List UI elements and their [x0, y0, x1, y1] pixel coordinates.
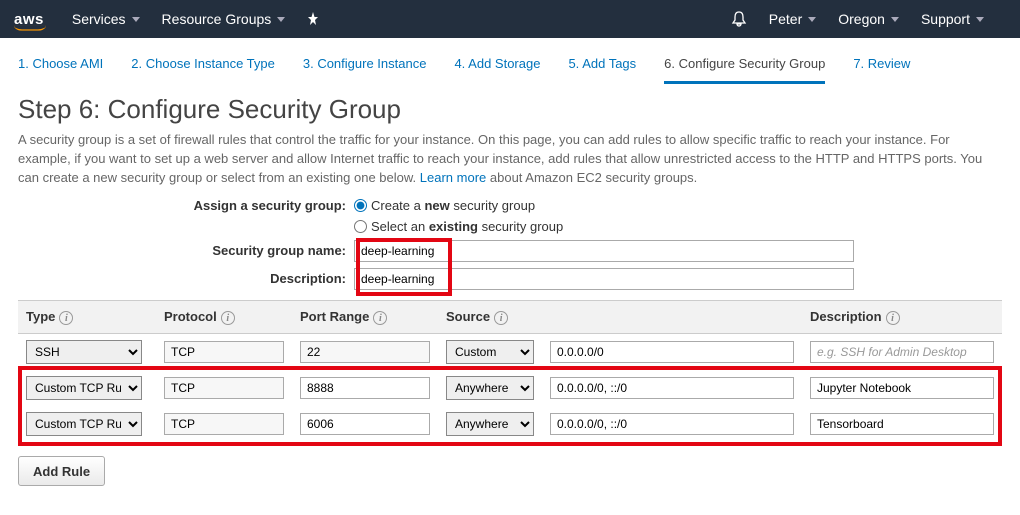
protocol-field	[164, 341, 284, 363]
nav-support[interactable]: Support	[921, 11, 984, 27]
col-protocol: Protocoli	[156, 300, 292, 334]
nav-resource-groups[interactable]: Resource Groups	[162, 11, 286, 27]
protocol-field	[164, 413, 284, 435]
port-field[interactable]	[300, 413, 430, 435]
protocol-field	[164, 377, 284, 399]
type-select[interactable]: Custom TCP Rule	[26, 412, 142, 436]
bell-icon[interactable]	[731, 11, 747, 27]
info-icon[interactable]: i	[886, 311, 900, 325]
radio-create-new-input[interactable]	[354, 199, 367, 212]
wizard-step-1[interactable]: 1. Choose AMI	[18, 52, 103, 84]
source-value-field[interactable]	[550, 377, 794, 399]
info-icon[interactable]: i	[494, 311, 508, 325]
info-icon[interactable]: i	[59, 311, 73, 325]
source-value-field[interactable]	[550, 413, 794, 435]
aws-logo[interactable]: aws	[14, 11, 44, 28]
source-select[interactable]: Anywhere	[446, 376, 534, 400]
sg-desc-label: Description:	[18, 271, 354, 286]
type-select[interactable]: SSH	[26, 340, 142, 364]
wizard-step-7[interactable]: 7. Review	[853, 52, 910, 84]
sg-name-label: Security group name:	[18, 243, 354, 258]
radio-select-existing-text: Select an existing security group	[371, 219, 563, 234]
learn-more-link[interactable]: Learn more	[420, 170, 486, 185]
chevron-down-icon	[132, 17, 140, 22]
type-select[interactable]: Custom TCP Rule	[26, 376, 142, 400]
port-field	[300, 341, 430, 363]
rules-table: Typei Protocoli Port Rangei Sourcei Desc…	[18, 300, 1002, 443]
radio-select-existing-input[interactable]	[354, 220, 367, 233]
wizard-steps: 1. Choose AMI 2. Choose Instance Type 3.…	[18, 52, 1002, 84]
table-row: Custom TCP Rule Anywhere	[18, 370, 1002, 406]
sg-name-input[interactable]	[354, 240, 854, 262]
col-type: Typei	[18, 300, 156, 334]
rule-desc-field[interactable]	[810, 377, 994, 399]
chevron-down-icon	[808, 17, 816, 22]
nav-region[interactable]: Oregon	[838, 11, 899, 27]
col-desc: Descriptioni	[802, 300, 1002, 334]
wizard-step-6[interactable]: 6. Configure Security Group	[664, 52, 825, 84]
page-description: A security group is a set of firewall ru…	[18, 131, 1002, 188]
port-field[interactable]	[300, 377, 430, 399]
wizard-step-3[interactable]: 3. Configure Instance	[303, 52, 427, 84]
table-row: Custom TCP Rule Anywhere	[18, 406, 1002, 442]
source-select[interactable]: Anywhere	[446, 412, 534, 436]
col-source: Sourcei	[438, 300, 802, 334]
info-icon[interactable]: i	[221, 311, 235, 325]
pin-icon[interactable]	[307, 12, 319, 26]
radio-select-existing[interactable]: Select an existing security group	[354, 219, 563, 234]
col-port: Port Rangei	[292, 300, 438, 334]
rule-desc-field[interactable]	[810, 341, 994, 363]
nav-region-label: Oregon	[838, 11, 885, 27]
table-row: SSH Custom	[18, 334, 1002, 371]
wizard-step-5[interactable]: 5. Add Tags	[568, 52, 636, 84]
chevron-down-icon	[976, 17, 984, 22]
chevron-down-icon	[277, 17, 285, 22]
radio-create-new-text: Create a new security group	[371, 198, 535, 213]
radio-create-new[interactable]: Create a new security group	[354, 198, 535, 213]
info-icon[interactable]: i	[373, 311, 387, 325]
nav-user[interactable]: Peter	[769, 11, 816, 27]
wizard-step-4[interactable]: 4. Add Storage	[454, 52, 540, 84]
source-select[interactable]: Custom	[446, 340, 534, 364]
source-value-field[interactable]	[550, 341, 794, 363]
add-rule-button[interactable]: Add Rule	[18, 456, 105, 486]
sg-desc-input[interactable]	[354, 268, 854, 290]
assign-sg-label: Assign a security group:	[18, 198, 354, 213]
wizard-step-2[interactable]: 2. Choose Instance Type	[131, 52, 275, 84]
top-nav: aws Services Resource Groups Peter Orego…	[0, 0, 1020, 38]
nav-support-label: Support	[921, 11, 970, 27]
chevron-down-icon	[891, 17, 899, 22]
rule-desc-field[interactable]	[810, 413, 994, 435]
desc-text-b: about Amazon EC2 security groups.	[486, 170, 697, 185]
nav-user-label: Peter	[769, 11, 802, 27]
nav-resource-groups-label: Resource Groups	[162, 11, 272, 27]
nav-services-label: Services	[72, 11, 126, 27]
page-title: Step 6: Configure Security Group	[18, 94, 1002, 125]
nav-services[interactable]: Services	[72, 11, 140, 27]
